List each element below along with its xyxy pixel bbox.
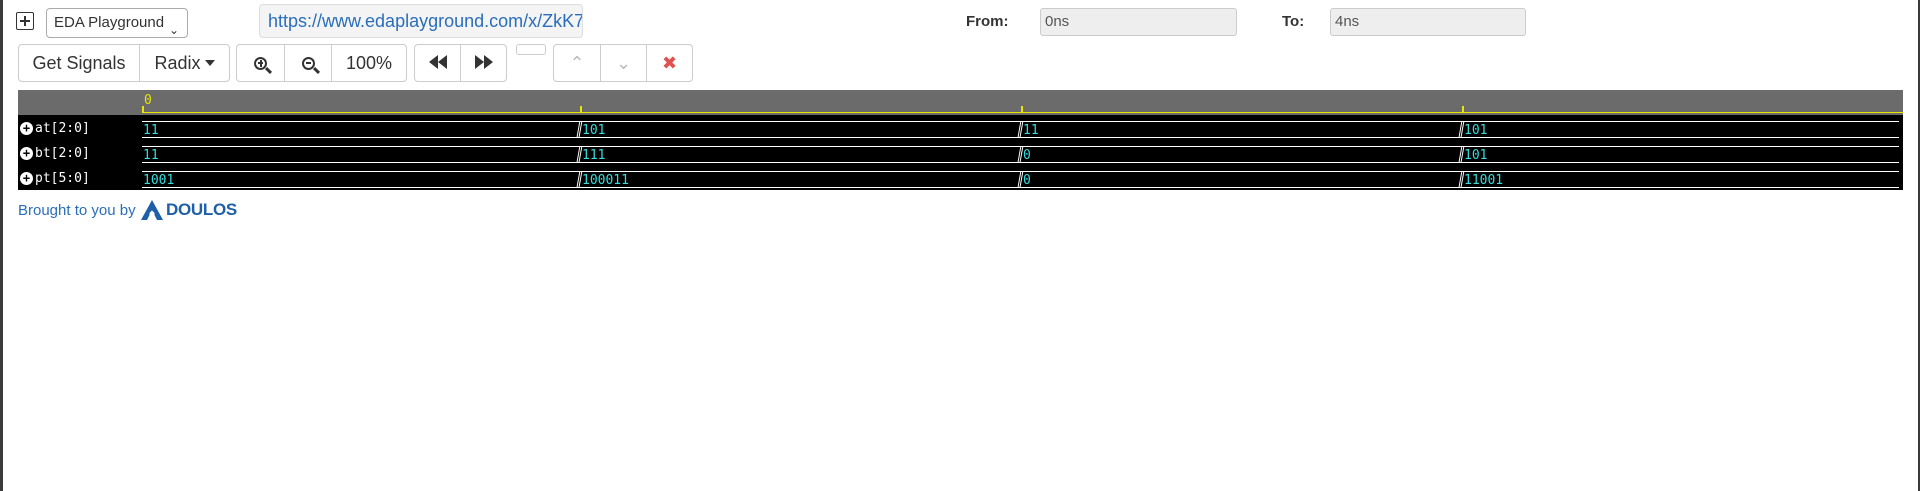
bus-value: 11001 — [1464, 173, 1504, 188]
bus-value: 11 — [143, 123, 159, 138]
from-field[interactable]: 0ns — [1040, 8, 1237, 36]
signal-bus: 11 101 11 101 — [142, 119, 1899, 139]
waveform-viewer[interactable]: 0 + at[2:0] 11 101 11 101 + bt[2:0] 11 1… — [18, 90, 1903, 190]
signal-bus: 1001 100011 0 11001 — [142, 169, 1899, 189]
signal-name-label: pt[5:0] — [35, 171, 90, 186]
brought-to-you-text: Brought to you by — [18, 202, 136, 219]
zoom-in-icon — [254, 56, 267, 70]
signal-name-label: at[2:0] — [35, 121, 90, 136]
nav-button-group — [414, 44, 507, 82]
to-label: To: — [1282, 13, 1305, 30]
zoom-in-button[interactable] — [236, 44, 285, 82]
signals-button-group: Get Signals Radix — [18, 44, 230, 82]
signal-row-bt[interactable]: + bt[2:0] 11 111 0 101 — [18, 143, 1903, 167]
radix-button[interactable]: Radix — [139, 44, 230, 82]
close-icon: ✖ — [661, 52, 678, 73]
bus-value: 101 — [582, 123, 606, 138]
signal-order-button-group: ⌃ ⌄ ✖ — [553, 44, 693, 82]
rewind-button[interactable] — [414, 44, 461, 82]
bus-value: 11 — [143, 148, 159, 163]
window-left-border — [0, 0, 3, 491]
zoom-level-value: 100% — [345, 52, 393, 73]
chevron-down-icon: ⌄ — [168, 23, 179, 37]
chevron-down-icon: ⌄ — [615, 52, 632, 73]
remove-button[interactable]: ✖ — [646, 44, 693, 82]
signal-row-at[interactable]: + at[2:0] 11 101 11 101 — [18, 118, 1903, 142]
signal-name-label: bt[2:0] — [35, 146, 90, 161]
zoom-level-display[interactable]: 100% — [331, 44, 407, 82]
add-icon[interactable] — [16, 12, 34, 30]
zoom-out-button[interactable] — [284, 44, 332, 82]
doulos-logo-text[interactable]: DOULOS — [166, 200, 237, 220]
bus-value: 101 — [1464, 148, 1488, 163]
caret-down-icon — [204, 60, 215, 66]
bus-value: 0 — [1023, 148, 1031, 163]
signal-row-pt[interactable]: + pt[5:0] 1001 100011 0 11001 — [18, 168, 1903, 192]
expand-icon[interactable]: + — [20, 147, 33, 160]
bus-value: 111 — [582, 148, 606, 163]
share-url-field[interactable]: https://www.edaplayground.com/x/ZkK7 — [259, 4, 583, 38]
get-signals-label: Get Signals — [32, 52, 126, 73]
ruler-tick — [1462, 106, 1464, 113]
bus-value: 0 — [1023, 173, 1031, 188]
zoom-button-group: 100% — [236, 44, 407, 82]
forward-button[interactable] — [460, 44, 507, 82]
blank-button[interactable] — [516, 44, 546, 55]
ruler-tick — [142, 106, 144, 113]
expand-icon[interactable]: + — [20, 172, 33, 185]
expand-icon[interactable]: + — [20, 122, 33, 135]
signal-name: + at[2:0] — [20, 121, 90, 136]
move-up-button[interactable]: ⌃ — [553, 44, 601, 82]
playground-select[interactable]: EDA Playground ⌄ — [46, 8, 188, 38]
bus-value: 101 — [1464, 123, 1488, 138]
ruler-start-label: 0 — [144, 93, 152, 108]
signal-name: + pt[5:0] — [20, 171, 90, 186]
move-down-button[interactable]: ⌄ — [600, 44, 647, 82]
from-label: From: — [966, 13, 1009, 30]
chevron-up-icon: ⌃ — [569, 52, 585, 73]
fast-forward-icon — [474, 53, 493, 74]
bus-value: 1001 — [143, 173, 175, 188]
doulos-logo-icon[interactable] — [140, 199, 164, 221]
ruler-tick — [580, 106, 582, 113]
zoom-out-icon — [301, 56, 315, 70]
playground-select-value: EDA Playground — [54, 14, 165, 31]
bus-value: 11 — [1023, 123, 1039, 138]
to-field[interactable]: 4ns — [1330, 8, 1526, 36]
bus-value: 100011 — [582, 173, 629, 188]
signal-bus: 11 111 0 101 — [142, 144, 1899, 164]
get-signals-button[interactable]: Get Signals — [18, 44, 140, 82]
time-ruler: 0 — [18, 90, 1903, 115]
signal-name: + bt[2:0] — [20, 146, 90, 161]
ruler-tick — [1021, 106, 1023, 113]
radix-label: Radix — [154, 52, 201, 73]
fast-backward-icon — [428, 53, 447, 74]
